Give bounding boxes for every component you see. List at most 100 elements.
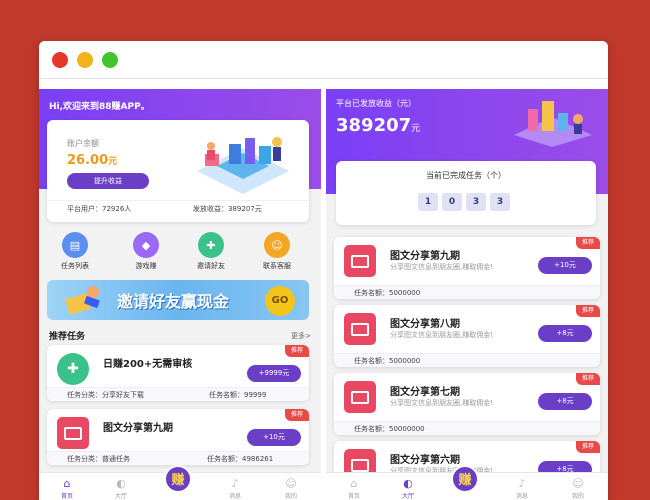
balance-label: 账户余额 [67, 139, 99, 148]
task-reward-button[interactable]: +10元 [247, 429, 301, 446]
bottom-tab-bar: ⌂ 首页 ◐ 大厅 赚 ♪ 消息 ☺ 我的 [326, 465, 608, 500]
task-subtitle: 分享图文信息到朋友圈,赚取佣金! [390, 331, 494, 339]
task-footer: 任务名额：5000000 [334, 285, 600, 299]
task-footer: 任务名额：5000000 [334, 353, 600, 367]
divider [47, 200, 309, 201]
customer-service-shortcut[interactable]: ☺ 联系客服 [252, 232, 302, 271]
recommend-badge: 推荐 [576, 237, 600, 249]
home-screen: Hi,欢迎来到88赚APP。 账户余额 26.00元 提升收益 平台用户：729… [39, 89, 321, 500]
tab-label: 大厅 [401, 493, 414, 500]
counter-digit: 3 [466, 193, 486, 211]
office-illustration [197, 137, 289, 194]
maximize-window-button[interactable] [102, 52, 118, 68]
banner-text: 邀请好友赢现金 [117, 292, 230, 311]
tab-label: 首页 [60, 493, 73, 500]
home-icon: ⌂ [63, 477, 71, 490]
task-card[interactable]: 图文分享第八期 分享图文信息到朋友圈,赚取佣金! +8元 推荐 任务名额：500… [334, 305, 600, 367]
earn-center-button[interactable]: 赚 [451, 465, 479, 493]
recommended-tasks-title: 推荐任务 [49, 332, 86, 342]
image-icon [344, 245, 376, 277]
task-title: 图文分享第六期 [390, 455, 460, 466]
user-add-icon: ✚ [57, 353, 89, 385]
recommend-badge: 推荐 [285, 345, 309, 357]
task-reward-button[interactable]: +8元 [538, 393, 592, 410]
tab-hall[interactable]: ◐ 大厅 [388, 473, 428, 500]
more-link[interactable]: 更多> [291, 331, 311, 341]
tab-label: 首页 [347, 493, 360, 500]
task-card[interactable]: 图文分享第九期 +10元 推荐 任务分类：普通任务 任务名额：4986261 [47, 409, 309, 465]
tab-messages[interactable]: ♪ 消息 [502, 473, 542, 500]
task-title: 日赚200+无需审核 [103, 359, 193, 370]
tab-label: 消息 [515, 493, 528, 500]
planet-icon: ◐ [403, 477, 413, 490]
recommend-badge: 推荐 [576, 305, 600, 317]
issued-earnings-value: 389207元 [336, 115, 421, 136]
image-icon [57, 417, 89, 449]
counter-digit: 1 [418, 193, 438, 211]
shortcut-label: 游戏赚 [135, 262, 157, 270]
smile-icon: ☺ [264, 232, 290, 258]
game-earn-shortcut[interactable]: ◆ 游戏赚 [121, 232, 171, 271]
task-footer: 任务名额：50000000 [334, 421, 600, 435]
balance-card: 账户余额 26.00元 提升收益 平台用户：72926人 发放收益：389207… [47, 120, 309, 222]
task-quota: 任务名额：4986261 [207, 455, 274, 463]
task-card[interactable]: ✚ 日赚200+无需审核 +9999元 推荐 任务分类：分享好友下载 任务名额：… [47, 345, 309, 401]
earn-center-button[interactable]: 赚 [164, 465, 192, 493]
hall-screen: 平台已发放收益（元） 389207元 当前已完成任务（个） 1033 图文分享第… [326, 89, 608, 500]
tab-label: 消息 [228, 493, 241, 500]
tab-home[interactable]: ⌂ 首页 [47, 473, 87, 500]
bell-icon: ♪ [518, 477, 526, 490]
user-icon: ☺ [572, 477, 584, 490]
task-quota: 任务名额：50000000 [354, 425, 425, 433]
window-titlebar [39, 41, 608, 79]
balance-value: 26.00元 [67, 153, 118, 168]
counter-digit: 0 [442, 193, 462, 211]
task-card[interactable]: 图文分享第七期 分享图文信息到朋友圈,赚取佣金! +8元 推荐 任务名额：500… [334, 373, 600, 435]
task-category: 任务分类：分享好友下载 [67, 391, 144, 399]
recommend-badge: 推荐 [576, 373, 600, 385]
task-reward-button[interactable]: +8元 [538, 325, 592, 342]
close-window-button[interactable] [52, 52, 68, 68]
planet-icon: ◐ [116, 477, 126, 490]
task-title: 图文分享第九期 [103, 423, 173, 434]
shortcut-label: 联系客服 [263, 262, 291, 270]
task-quota: 任务名额：99999 [209, 391, 267, 399]
tab-messages[interactable]: ♪ 消息 [215, 473, 255, 500]
quick-actions: ▤ 任务列表 ◆ 游戏赚 ✚ 邀请好友 ☺ 联系客服 [39, 232, 321, 274]
tab-profile[interactable]: ☺ 我的 [558, 473, 598, 500]
task-card[interactable]: 图文分享第九期 分享图文信息到朋友圈,赚取佣金! +10元 推荐 任务名额：50… [334, 237, 600, 299]
home-icon: ⌂ [350, 477, 358, 490]
task-category: 任务分类：普通任务 [67, 455, 130, 463]
task-subtitle: 分享图文信息到朋友圈,赚取佣金! [390, 263, 494, 271]
upgrade-earnings-button[interactable]: 提升收益 [67, 173, 149, 189]
tab-home[interactable]: ⌂ 首页 [334, 473, 374, 500]
shortcut-label: 任务列表 [61, 262, 89, 270]
task-quota: 任务名额：5000000 [354, 357, 421, 365]
bottom-tab-bar: ⌂ 首页 ◐ 大厅 赚 ♪ 消息 ☺ 我的 [39, 465, 321, 500]
invite-banner[interactable]: 邀请好友赢现金 GO [47, 280, 309, 320]
issued-earnings-label: 平台已发放收益（元） [336, 99, 416, 108]
chart-illustration [514, 101, 592, 147]
banner-go-button[interactable]: GO [265, 286, 295, 316]
flying-person-illustration [65, 286, 100, 315]
task-footer: 任务分类：普通任务 任务名额：4986261 [47, 451, 309, 465]
tab-label: 我的 [571, 493, 584, 500]
image-icon [344, 313, 376, 345]
tab-label: 我的 [284, 493, 297, 500]
user-icon: ☺ [285, 477, 297, 490]
invite-friends-shortcut[interactable]: ✚ 邀请好友 [186, 232, 236, 271]
completed-tasks-title: 当前已完成任务（个） [426, 171, 506, 180]
clipboard-icon: ▤ [62, 232, 88, 258]
counter-digit: 3 [490, 193, 510, 211]
tab-profile[interactable]: ☺ 我的 [271, 473, 311, 500]
minimize-window-button[interactable] [77, 52, 93, 68]
task-list-shortcut[interactable]: ▤ 任务列表 [50, 232, 100, 271]
bell-icon: ♪ [231, 477, 239, 490]
task-reward-button[interactable]: +10元 [538, 257, 592, 274]
tab-hall[interactable]: ◐ 大厅 [101, 473, 141, 500]
task-title: 图文分享第九期 [390, 251, 460, 262]
task-quota: 任务名额：5000000 [354, 289, 421, 297]
completed-tasks-counter: 1033 [418, 189, 514, 211]
platform-users-stat: 平台用户：72926人 [67, 205, 132, 213]
task-reward-button[interactable]: +9999元 [247, 365, 301, 382]
